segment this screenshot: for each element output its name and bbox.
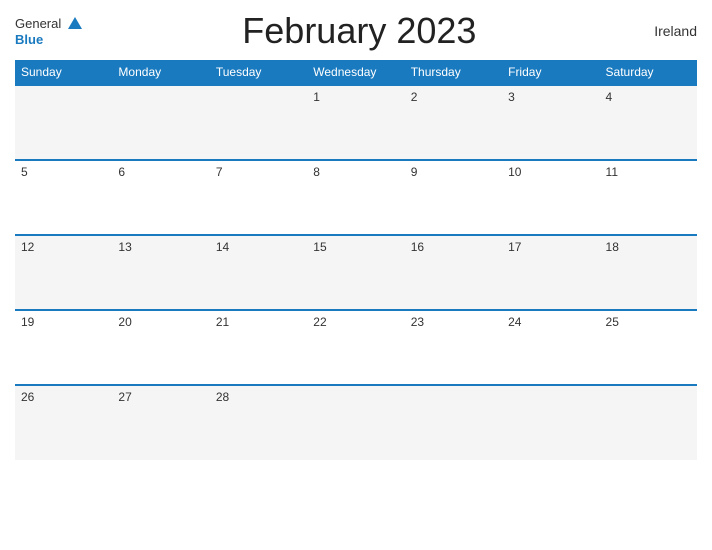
- day-cell: 5: [15, 160, 112, 235]
- col-tuesday: Tuesday: [210, 60, 307, 85]
- week-row-2: 5 6 7 8 9 10 11: [15, 160, 697, 235]
- header: General Blue February 2023 Ireland: [15, 10, 697, 52]
- day-cell: 24: [502, 310, 599, 385]
- day-cell: 23: [405, 310, 502, 385]
- day-cell: 6: [112, 160, 209, 235]
- day-cell: 22: [307, 310, 404, 385]
- day-cell: [307, 385, 404, 460]
- day-cell: 19: [15, 310, 112, 385]
- logo: General Blue: [15, 15, 82, 47]
- calendar-table: Sunday Monday Tuesday Wednesday Thursday…: [15, 60, 697, 460]
- day-cell: [112, 85, 209, 160]
- day-cell: 27: [112, 385, 209, 460]
- logo-blue-label: Blue: [15, 33, 43, 47]
- day-cell: [502, 385, 599, 460]
- day-cell: 2: [405, 85, 502, 160]
- country-label: Ireland: [637, 23, 697, 39]
- month-title: February 2023: [82, 10, 637, 52]
- col-friday: Friday: [502, 60, 599, 85]
- day-cell: 8: [307, 160, 404, 235]
- week-row-5: 26 27 28: [15, 385, 697, 460]
- day-cell: 12: [15, 235, 112, 310]
- col-saturday: Saturday: [600, 60, 697, 85]
- logo-triangle-icon: [68, 17, 82, 29]
- logo-general-text: General: [15, 15, 82, 33]
- day-cell: 25: [600, 310, 697, 385]
- day-cell: 4: [600, 85, 697, 160]
- day-cell: 18: [600, 235, 697, 310]
- col-thursday: Thursday: [405, 60, 502, 85]
- day-cell: 10: [502, 160, 599, 235]
- day-cell: 15: [307, 235, 404, 310]
- day-cell: 3: [502, 85, 599, 160]
- day-cell: 7: [210, 160, 307, 235]
- calendar-header: Sunday Monday Tuesday Wednesday Thursday…: [15, 60, 697, 85]
- week-row-3: 12 13 14 15 16 17 18: [15, 235, 697, 310]
- day-cell: 1: [307, 85, 404, 160]
- logo-general-label: General: [15, 16, 61, 31]
- day-cell: [405, 385, 502, 460]
- day-cell: [15, 85, 112, 160]
- day-cell: 21: [210, 310, 307, 385]
- week-row-4: 19 20 21 22 23 24 25: [15, 310, 697, 385]
- day-cell: 17: [502, 235, 599, 310]
- day-cell: [600, 385, 697, 460]
- days-of-week-row: Sunday Monday Tuesday Wednesday Thursday…: [15, 60, 697, 85]
- calendar-container: General Blue February 2023 Ireland Sunda…: [0, 0, 712, 550]
- day-cell: [210, 85, 307, 160]
- day-cell: 26: [15, 385, 112, 460]
- col-sunday: Sunday: [15, 60, 112, 85]
- col-monday: Monday: [112, 60, 209, 85]
- day-cell: 16: [405, 235, 502, 310]
- day-cell: 13: [112, 235, 209, 310]
- calendar-body: 1 2 3 4 5 6 7 8 9 10 11 12 13 14 15 16 1…: [15, 85, 697, 460]
- day-cell: 11: [600, 160, 697, 235]
- week-row-1: 1 2 3 4: [15, 85, 697, 160]
- day-cell: 20: [112, 310, 209, 385]
- col-wednesday: Wednesday: [307, 60, 404, 85]
- day-cell: 14: [210, 235, 307, 310]
- day-cell: 28: [210, 385, 307, 460]
- day-cell: 9: [405, 160, 502, 235]
